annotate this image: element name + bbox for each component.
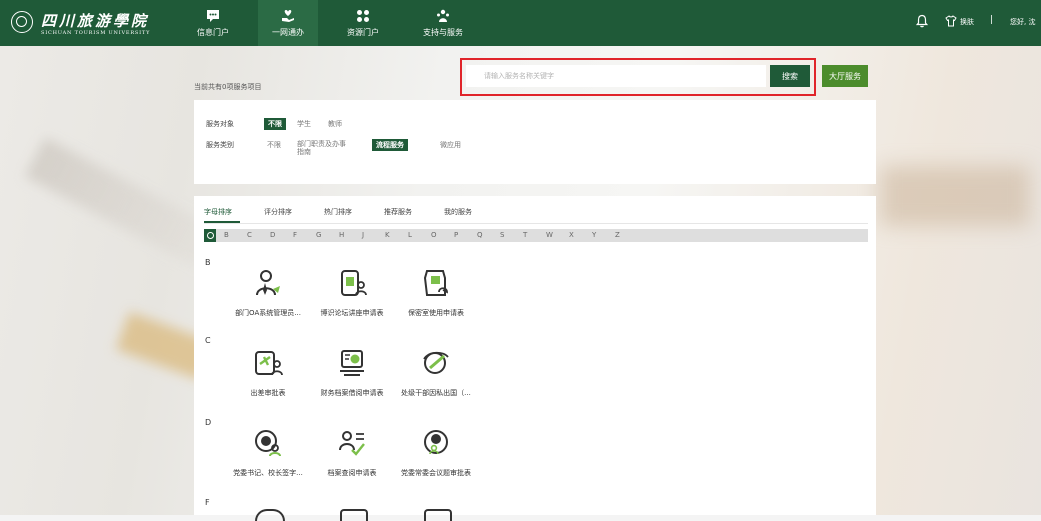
grid-icon — [357, 10, 369, 22]
top-bar: 四川旅游學院 SICHUAN TOURISM UNIVERSITY 信息门户 一… — [0, 0, 1041, 46]
letter-index-item[interactable]: W — [546, 231, 553, 239]
letter-index-item[interactable]: Q — [477, 231, 483, 239]
service-item-partial — [340, 509, 368, 521]
filter-category-label: 服务类别 — [206, 141, 234, 149]
people-icon — [437, 9, 449, 22]
school-name-cn: 四川旅游學院 — [41, 12, 150, 30]
school-seal-logo — [11, 11, 33, 33]
tab-recommended[interactable]: 推荐服务 — [384, 207, 412, 217]
service-item-name: 财务档案借阅申请表 — [320, 389, 384, 397]
travel-abroad-icon — [423, 351, 449, 374]
filter-category-option[interactable]: 微应用 — [440, 140, 461, 150]
tab-divider — [204, 223, 868, 224]
service-item[interactable]: 博识论坛讲座申请表 — [310, 268, 394, 318]
letter-index-item[interactable]: H — [339, 231, 344, 239]
letter-index-item[interactable]: T — [523, 231, 527, 239]
letter-index-item[interactable]: B — [224, 231, 229, 239]
bell-icon[interactable] — [916, 14, 928, 28]
group-letter: C — [205, 336, 211, 345]
business-trip-icon — [255, 351, 283, 376]
skin-change-link[interactable]: 换肤 — [960, 17, 974, 27]
tab-sort-alpha[interactable]: 字母排序 — [204, 207, 232, 217]
service-item-name: 部门OA系统管理员... — [235, 309, 301, 317]
search-input[interactable] — [466, 65, 766, 87]
letter-index-item[interactable]: G — [316, 231, 321, 239]
filter-target-label: 服务对象 — [206, 120, 234, 128]
service-item[interactable]: 财务档案借阅申请表 — [310, 348, 394, 398]
filter-target-option[interactable]: 学生 — [297, 119, 311, 129]
secret-room-icon — [423, 270, 448, 296]
filter-target-option[interactable]: 不限 — [264, 118, 286, 130]
tab-my-services[interactable]: 我的服务 — [444, 207, 472, 217]
nav-resource-portal-label: 资源门户 — [347, 28, 379, 37]
chat-icon — [207, 10, 219, 22]
service-item-name: 处级干部因私出国（... — [401, 389, 471, 397]
service-item-name: 党委书记、校长签字... — [233, 469, 303, 477]
service-item[interactable]: 部门OA系统管理员... — [226, 268, 310, 318]
tab-sort-popular[interactable]: 热门排序 — [324, 207, 352, 217]
heart-hand-icon — [282, 10, 294, 22]
skin-shirt-icon[interactable] — [945, 15, 957, 27]
service-item-name: 博识论坛讲座申请表 — [320, 309, 384, 317]
signature-icon — [255, 430, 281, 457]
tab-sort-rating[interactable]: 评分排序 — [264, 207, 292, 217]
filter-panel: 服务对象 不限 学生 教师 服务类别 不限 部门职责及办事指南 流程服务 微应用 — [194, 100, 876, 184]
nav-info-portal-label: 信息门户 — [197, 28, 229, 37]
nav-support-service-label: 支持与服务 — [423, 28, 463, 37]
service-item-name: 党委常委会议题审批表 — [401, 469, 471, 477]
letter-index-item[interactable]: L — [408, 231, 412, 239]
nav-one-stop[interactable]: 一网通办 — [258, 0, 318, 46]
nav-one-stop-label: 一网通办 — [272, 28, 304, 37]
archive-query-icon — [339, 431, 365, 456]
letter-index-bar: B C D F G H J K L O P Q S T W X Y Z — [204, 229, 868, 242]
filter-category-option[interactable]: 部门职责及办事指南 — [297, 140, 349, 156]
service-list-panel: 字母排序 评分排序 热门排序 推荐服务 我的服务 B C D F G H J K… — [194, 196, 876, 521]
background-decoration — [880, 166, 1030, 226]
filter-category-option[interactable]: 流程服务 — [372, 139, 408, 151]
letter-index-item[interactable]: C — [247, 231, 252, 239]
letter-index-item[interactable]: D — [270, 231, 275, 239]
letter-index-item[interactable]: S — [500, 231, 504, 239]
meeting-topic-icon — [424, 430, 448, 455]
service-item[interactable]: 处级干部因私出国（... — [394, 348, 478, 398]
service-count-text: 当前共有0项服务项目 — [194, 83, 262, 91]
nav-info-portal[interactable]: 信息门户 — [183, 0, 243, 46]
service-item-name: 出差审批表 — [250, 389, 286, 397]
service-item-partial — [255, 509, 285, 521]
letter-index-item[interactable]: P — [454, 231, 458, 239]
school-name-en: SICHUAN TOURISM UNIVERSITY — [41, 30, 151, 36]
service-item[interactable]: 保密室使用申请表 — [394, 268, 478, 318]
group-letter: B — [205, 258, 211, 267]
finance-archive-icon — [340, 350, 364, 376]
service-item-name: 档案查阅申请表 — [327, 469, 377, 477]
service-item[interactable]: 党委书记、校长签字... — [226, 428, 310, 478]
filter-target-option[interactable]: 教师 — [328, 119, 342, 129]
letter-all-icon[interactable] — [204, 229, 216, 242]
letter-index-item[interactable]: F — [293, 231, 297, 239]
letter-index-item[interactable]: Z — [615, 231, 620, 239]
filter-category-option[interactable]: 不限 — [267, 140, 281, 150]
nav-resource-portal[interactable]: 资源门户 — [333, 0, 393, 46]
group-letter: D — [205, 418, 212, 427]
service-item[interactable]: 档案查阅申请表 — [310, 428, 394, 478]
letter-index-item[interactable]: J — [362, 231, 364, 239]
letter-index-item[interactable]: O — [431, 231, 437, 239]
letter-index-item[interactable]: X — [569, 231, 574, 239]
service-item-name: 保密室使用申请表 — [408, 309, 464, 317]
hall-service-button[interactable]: 大厅服务 — [822, 65, 868, 87]
lecture-icon — [341, 270, 367, 296]
letter-index-item[interactable]: K — [385, 231, 390, 239]
group-letter: F — [205, 498, 210, 507]
header-separator: | — [990, 15, 994, 25]
nav-support-service[interactable]: 支持与服务 — [413, 0, 473, 46]
letter-index-item[interactable]: Y — [592, 231, 596, 239]
user-greeting[interactable]: 您好, 沈 — [1010, 17, 1035, 27]
service-item[interactable]: 党委常委会议题审批表 — [394, 428, 478, 478]
service-item-partial — [424, 509, 452, 521]
search-button[interactable]: 搜索 — [770, 65, 810, 87]
service-item[interactable]: 出差审批表 — [226, 348, 310, 398]
admin-user-icon — [256, 270, 280, 296]
